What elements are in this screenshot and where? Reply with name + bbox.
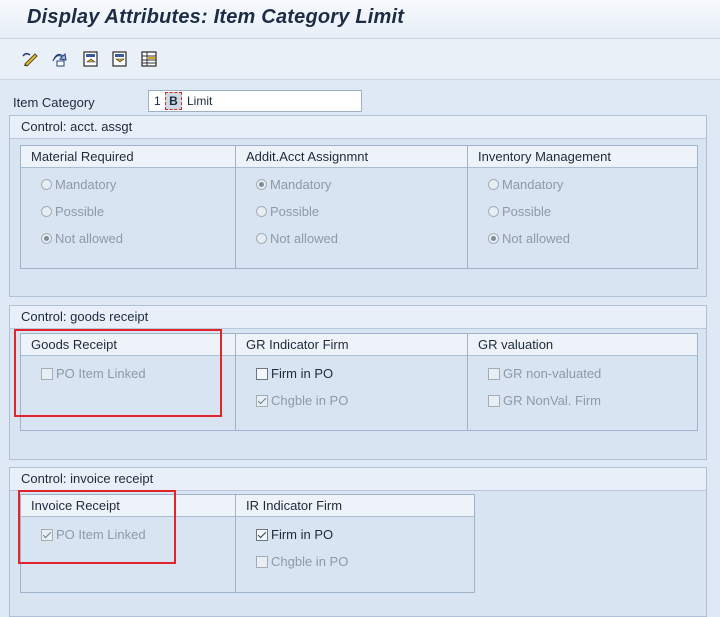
radio-icon xyxy=(488,179,499,190)
checkbox-checked-icon xyxy=(256,394,268,407)
page-title: Display Attributes: Item Category Limit xyxy=(27,6,405,28)
item-category-code: 1 xyxy=(154,94,161,108)
other-object-icon[interactable] xyxy=(50,49,70,69)
next-entry-icon[interactable] xyxy=(110,49,130,69)
section-title: Control: goods receipt xyxy=(10,306,706,329)
checkbox-chgble-in-po[interactable]: Chgble in PO xyxy=(256,393,348,408)
item-category-description: Limit xyxy=(185,90,362,112)
radio-icon xyxy=(256,206,267,217)
group-header: Material Required xyxy=(21,146,235,168)
radio-mandatory[interactable]: Mandatory xyxy=(41,177,116,192)
checkbox-icon xyxy=(488,367,500,380)
item-category-code-b[interactable]: B xyxy=(165,92,182,110)
previous-entry-icon[interactable] xyxy=(81,49,101,69)
radio-icon xyxy=(256,233,267,244)
checkbox-checked-icon xyxy=(256,528,268,541)
group-header: Inventory Management xyxy=(468,146,697,168)
checkbox-gr-non-valuated[interactable]: GR non-valuated xyxy=(488,366,601,381)
radio-label: Possible xyxy=(270,204,320,219)
annotation-highlight-invoice-receipt xyxy=(18,490,176,564)
checkbox-firm-in-po[interactable]: Firm in PO xyxy=(256,527,333,542)
checkbox-icon xyxy=(256,367,268,380)
radio-selected-icon xyxy=(488,233,499,244)
item-category-label: Item Category xyxy=(13,95,95,110)
group-material-required: Material Required Mandatory Possible Not… xyxy=(20,145,236,269)
radio-icon xyxy=(488,206,499,217)
group-header: IR Indicator Firm xyxy=(236,495,474,517)
radio-mandatory[interactable]: Mandatory xyxy=(256,177,331,192)
edit-pencil-icon[interactable] xyxy=(21,49,41,69)
radio-not-allowed[interactable]: Not allowed xyxy=(41,231,123,246)
radio-mandatory[interactable]: Mandatory xyxy=(488,177,563,192)
radio-possible[interactable]: Possible xyxy=(488,204,551,219)
checkbox-chgble-in-po[interactable]: Chgble in PO xyxy=(256,554,348,569)
table-view-icon[interactable] xyxy=(139,49,159,69)
group-addit-acct-assignmnt: Addit.Acct Assignmnt Mandatory Possible … xyxy=(235,145,468,269)
section-title: Control: invoice receipt xyxy=(10,468,706,491)
toolbar xyxy=(0,39,720,80)
radio-icon xyxy=(41,179,52,190)
radio-label: Not allowed xyxy=(502,231,570,246)
radio-label: Possible xyxy=(55,204,105,219)
checkbox-firm-in-po[interactable]: Firm in PO xyxy=(256,366,333,381)
group-header: GR Indicator Firm xyxy=(236,334,467,356)
checkbox-label: Chgble in PO xyxy=(271,393,349,408)
checkbox-label: GR NonVal. Firm xyxy=(503,393,601,408)
checkbox-label: Firm in PO xyxy=(271,527,334,542)
item-category-field[interactable]: 1 B xyxy=(148,90,186,112)
checkbox-label: GR non-valuated xyxy=(503,366,602,381)
group-header: Addit.Acct Assignmnt xyxy=(236,146,467,168)
title-bar: Display Attributes: Item Category Limit xyxy=(0,0,720,39)
checkbox-label: Chgble in PO xyxy=(271,554,349,569)
radio-label: Mandatory xyxy=(502,177,564,192)
radio-selected-icon xyxy=(256,179,267,190)
checkbox-label: Firm in PO xyxy=(271,366,334,381)
section-acct-assgt: Control: acct. assgt Material Required M… xyxy=(9,115,707,297)
radio-not-allowed[interactable]: Not allowed xyxy=(256,231,338,246)
checkbox-icon xyxy=(488,394,500,407)
radio-icon xyxy=(41,206,52,217)
main-content: Item Category 1 B Limit Control: acct. a… xyxy=(0,80,720,617)
radio-label: Mandatory xyxy=(55,177,117,192)
group-gr-indicator-firm: GR Indicator Firm Firm in PO Chgble in P… xyxy=(235,333,468,431)
radio-label: Not allowed xyxy=(270,231,338,246)
annotation-highlight-goods-receipt xyxy=(14,329,222,417)
checkbox-gr-nonval-firm[interactable]: GR NonVal. Firm xyxy=(488,393,601,408)
radio-possible[interactable]: Possible xyxy=(256,204,319,219)
radio-possible[interactable]: Possible xyxy=(41,204,104,219)
group-header: GR valuation xyxy=(468,334,697,356)
radio-label: Possible xyxy=(502,204,552,219)
group-inventory-management: Inventory Management Mandatory Possible … xyxy=(467,145,698,269)
radio-label: Mandatory xyxy=(270,177,332,192)
section-title: Control: acct. assgt xyxy=(10,116,706,139)
group-gr-valuation: GR valuation GR non-valuated GR NonVal. … xyxy=(467,333,698,431)
radio-selected-icon xyxy=(41,233,52,244)
radio-not-allowed[interactable]: Not allowed xyxy=(488,231,570,246)
radio-label: Not allowed xyxy=(55,231,123,246)
group-ir-indicator-firm: IR Indicator Firm Firm in PO Chgble in P… xyxy=(235,494,475,593)
checkbox-icon xyxy=(256,555,268,568)
